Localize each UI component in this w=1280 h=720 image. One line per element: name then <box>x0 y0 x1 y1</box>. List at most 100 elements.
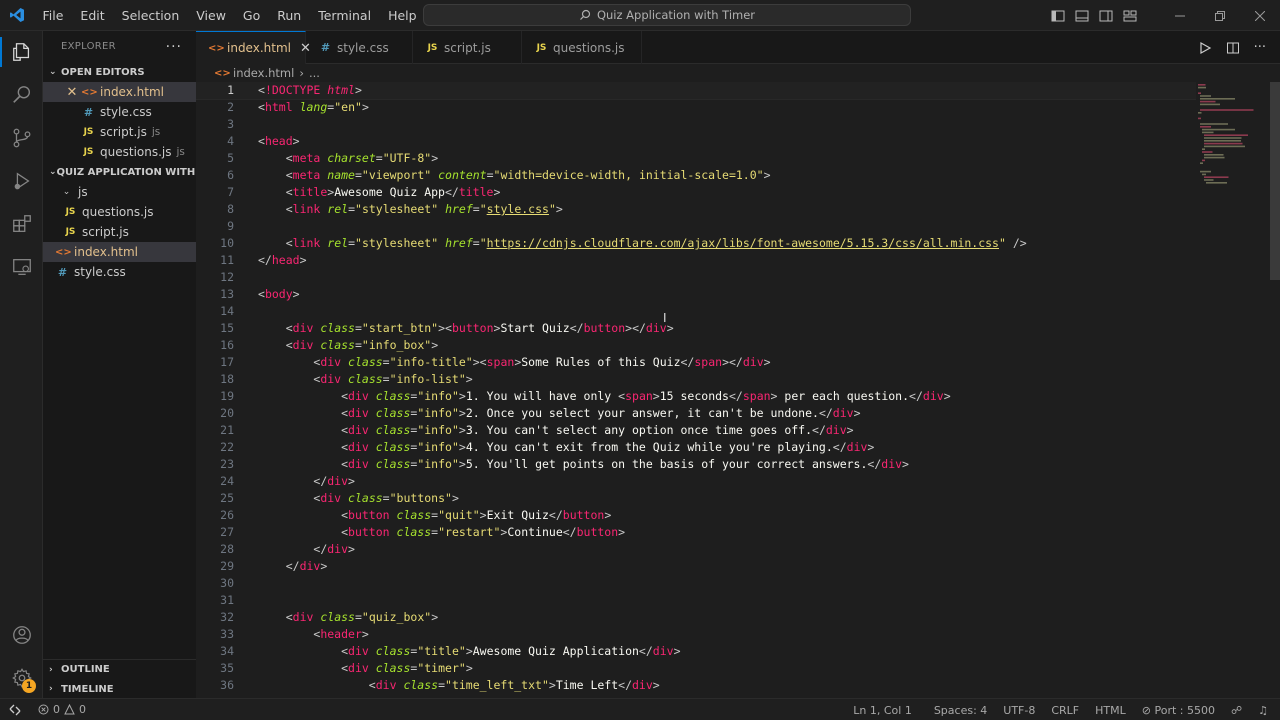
accounts-icon[interactable] <box>0 614 43 656</box>
code-line[interactable]: 6 <meta name="viewport" content="width=d… <box>196 167 1196 184</box>
open-editor-index-html[interactable]: ✕ <> index.html <box>43 82 196 102</box>
explorer-icon[interactable] <box>0 31 43 73</box>
warning-count: 0 <box>79 703 86 716</box>
tree-file-questions-js[interactable]: JS questions.js <box>43 202 196 222</box>
split-editor-icon[interactable] <box>1226 41 1240 55</box>
code-line[interactable]: 1 <!DOCTYPE html> <box>196 82 1196 100</box>
menu-help[interactable]: Help <box>380 0 426 31</box>
menu-view[interactable]: View <box>188 0 235 31</box>
folder-label: js <box>78 185 88 199</box>
code-line[interactable]: 9 <box>196 218 1196 235</box>
code-line[interactable]: 18 <div class="info-list"> <box>196 371 1196 388</box>
code-line[interactable]: 29 </div> <box>196 558 1196 575</box>
remote-explorer-icon[interactable] <box>0 246 43 288</box>
breadcrumb-file[interactable]: index.html <box>233 66 294 80</box>
notifications-bell-icon[interactable]: ♫ <box>1250 704 1280 717</box>
code-line[interactable]: 28 </div> <box>196 541 1196 558</box>
code-line[interactable]: 35 <div class="timer"> <box>196 660 1196 677</box>
close-window-icon[interactable] <box>1240 0 1280 31</box>
code-line[interactable]: 17 <div class="info-title"><span>Some Ru… <box>196 354 1196 371</box>
toggle-primary-sidebar-icon[interactable] <box>1050 8 1066 24</box>
restore-window-icon[interactable] <box>1200 0 1240 31</box>
tab-script-js[interactable]: JS script.js <box>413 31 522 64</box>
tree-file-index-html[interactable]: <> index.html <box>43 242 196 262</box>
run-and-debug-icon[interactable] <box>0 160 43 202</box>
live-server-port[interactable]: ⊘ Port : 5500 <box>1134 704 1223 717</box>
tab-index-html[interactable]: <> index.html ✕ <box>196 31 311 64</box>
code-line[interactable]: 7 <title>Awesome Quiz App</title> <box>196 184 1196 201</box>
code-line[interactable]: 23 <div class="info">5. You'll get point… <box>196 456 1196 473</box>
toggle-panel-icon[interactable] <box>1074 8 1090 24</box>
remote-indicator-icon[interactable] <box>0 699 30 720</box>
code-line[interactable]: 24 </div> <box>196 473 1196 490</box>
code-line[interactable]: 33 <header> <box>196 626 1196 643</box>
code-line[interactable]: 16 <div class="info_box"> <box>196 337 1196 354</box>
code-line[interactable]: 11 </head> <box>196 252 1196 269</box>
timeline-section[interactable]: › TIMELINE <box>43 679 196 698</box>
code-line[interactable]: 30 <box>196 575 1196 592</box>
source-control-icon[interactable] <box>0 117 43 159</box>
extensions-icon[interactable] <box>0 203 43 245</box>
outline-section[interactable]: › OUTLINE <box>43 659 196 679</box>
open-editor-style-css[interactable]: # style.css <box>43 102 196 122</box>
tab-questions-js[interactable]: JS questions.js <box>522 31 642 64</box>
code-line[interactable]: 25 <div class="buttons"> <box>196 490 1196 507</box>
code-editor[interactable]: 1 <!DOCTYPE html> 2 <html lang="en"> 3 4 <head… <box>196 82 1196 698</box>
open-editor-questions-js[interactable]: JS questions.js js <box>43 142 196 162</box>
code-line[interactable]: 8 <link rel="stylesheet" href="style.css… <box>196 201 1196 218</box>
code-line[interactable]: 32 <div class="quiz_box"> <box>196 609 1196 626</box>
code-line[interactable]: 20 <div class="info">2. Once you select … <box>196 405 1196 422</box>
code-line[interactable]: 4 <head> <box>196 133 1196 150</box>
menu-selection[interactable]: Selection <box>113 0 188 31</box>
more-actions-icon[interactable]: ··· <box>166 39 182 55</box>
more-actions-icon[interactable]: ··· <box>1254 40 1266 55</box>
menu-go[interactable]: Go <box>234 0 268 31</box>
code-line[interactable]: 13 <body> <box>196 286 1196 303</box>
menu-edit[interactable]: Edit <box>72 0 113 31</box>
close-editor-icon[interactable]: ✕ <box>65 85 79 100</box>
menu-terminal[interactable]: Terminal <box>310 0 380 31</box>
end-of-line[interactable]: CRLF <box>1043 704 1087 717</box>
code-line[interactable]: 2 <html lang="en"> <box>196 99 1196 116</box>
run-file-icon[interactable] <box>1198 41 1212 55</box>
code-line[interactable]: 14 <box>196 303 1196 320</box>
code-line[interactable]: 36 <div class="time_left_txt">Time Left<… <box>196 677 1196 694</box>
tab-style-css[interactable]: # style.css <box>306 31 413 64</box>
open-editor-script-js[interactable]: JS script.js js <box>43 122 196 142</box>
problems-indicator[interactable]: 0 0 <box>38 703 86 716</box>
code-line[interactable]: 5 <meta charset="UTF-8"> <box>196 150 1196 167</box>
code-line[interactable]: 31 <box>196 592 1196 609</box>
code-line[interactable]: 3 <box>196 116 1196 133</box>
feedback-icon[interactable]: ☍ <box>1223 704 1250 717</box>
code-line[interactable]: 12 <box>196 269 1196 286</box>
tree-file-style-css[interactable]: # style.css <box>43 262 196 282</box>
code-line[interactable]: 15 <div class="start_btn"><button>Start … <box>196 320 1196 337</box>
open-editors-section[interactable]: ⌄ OPEN EDITORS <box>43 62 196 82</box>
encoding[interactable]: UTF-8 <box>995 704 1043 717</box>
scrollbar-thumb[interactable] <box>1270 82 1280 280</box>
menu-file[interactable]: File <box>34 0 72 31</box>
language-mode[interactable]: HTML <box>1087 704 1134 717</box>
code-line[interactable]: 34 <div class="title">Awesome Quiz Appli… <box>196 643 1196 660</box>
menu-run[interactable]: Run <box>269 0 310 31</box>
vertical-scrollbar[interactable] <box>1270 82 1280 698</box>
code-line[interactable]: 10 <link rel="stylesheet" href="https://… <box>196 235 1196 252</box>
minimize-window-icon[interactable] <box>1160 0 1200 31</box>
search-icon[interactable] <box>0 74 43 116</box>
code-line[interactable]: 21 <div class="info">3. You can't select… <box>196 422 1196 439</box>
project-section[interactable]: ⌄ QUIZ APPLICATION WITH ... <box>43 162 196 182</box>
code-line[interactable]: 26 <button class="quit">Exit Quiz</butto… <box>196 507 1196 524</box>
command-center-search[interactable]: Quiz Application with Timer <box>423 4 911 26</box>
indentation[interactable]: Spaces: 4 <box>926 704 995 717</box>
code-line[interactable]: 19 <div class="info">1. You will have on… <box>196 388 1196 405</box>
tree-file-script-js[interactable]: JS script.js <box>43 222 196 242</box>
cursor-position[interactable]: Ln 1, Col 1 <box>845 704 920 717</box>
folder-js[interactable]: ⌄ js <box>43 182 196 202</box>
code-line[interactable]: 22 <div class="info">4. You can't exit f… <box>196 439 1196 456</box>
manage-gear-icon[interactable] <box>0 657 43 699</box>
toggle-secondary-sidebar-icon[interactable] <box>1098 8 1114 24</box>
customize-layout-icon[interactable] <box>1122 8 1138 24</box>
breadcrumb-more[interactable]: ... <box>309 66 320 80</box>
minimap[interactable] <box>1190 82 1268 698</box>
code-line[interactable]: 27 <button class="restart">Continue</but… <box>196 524 1196 541</box>
